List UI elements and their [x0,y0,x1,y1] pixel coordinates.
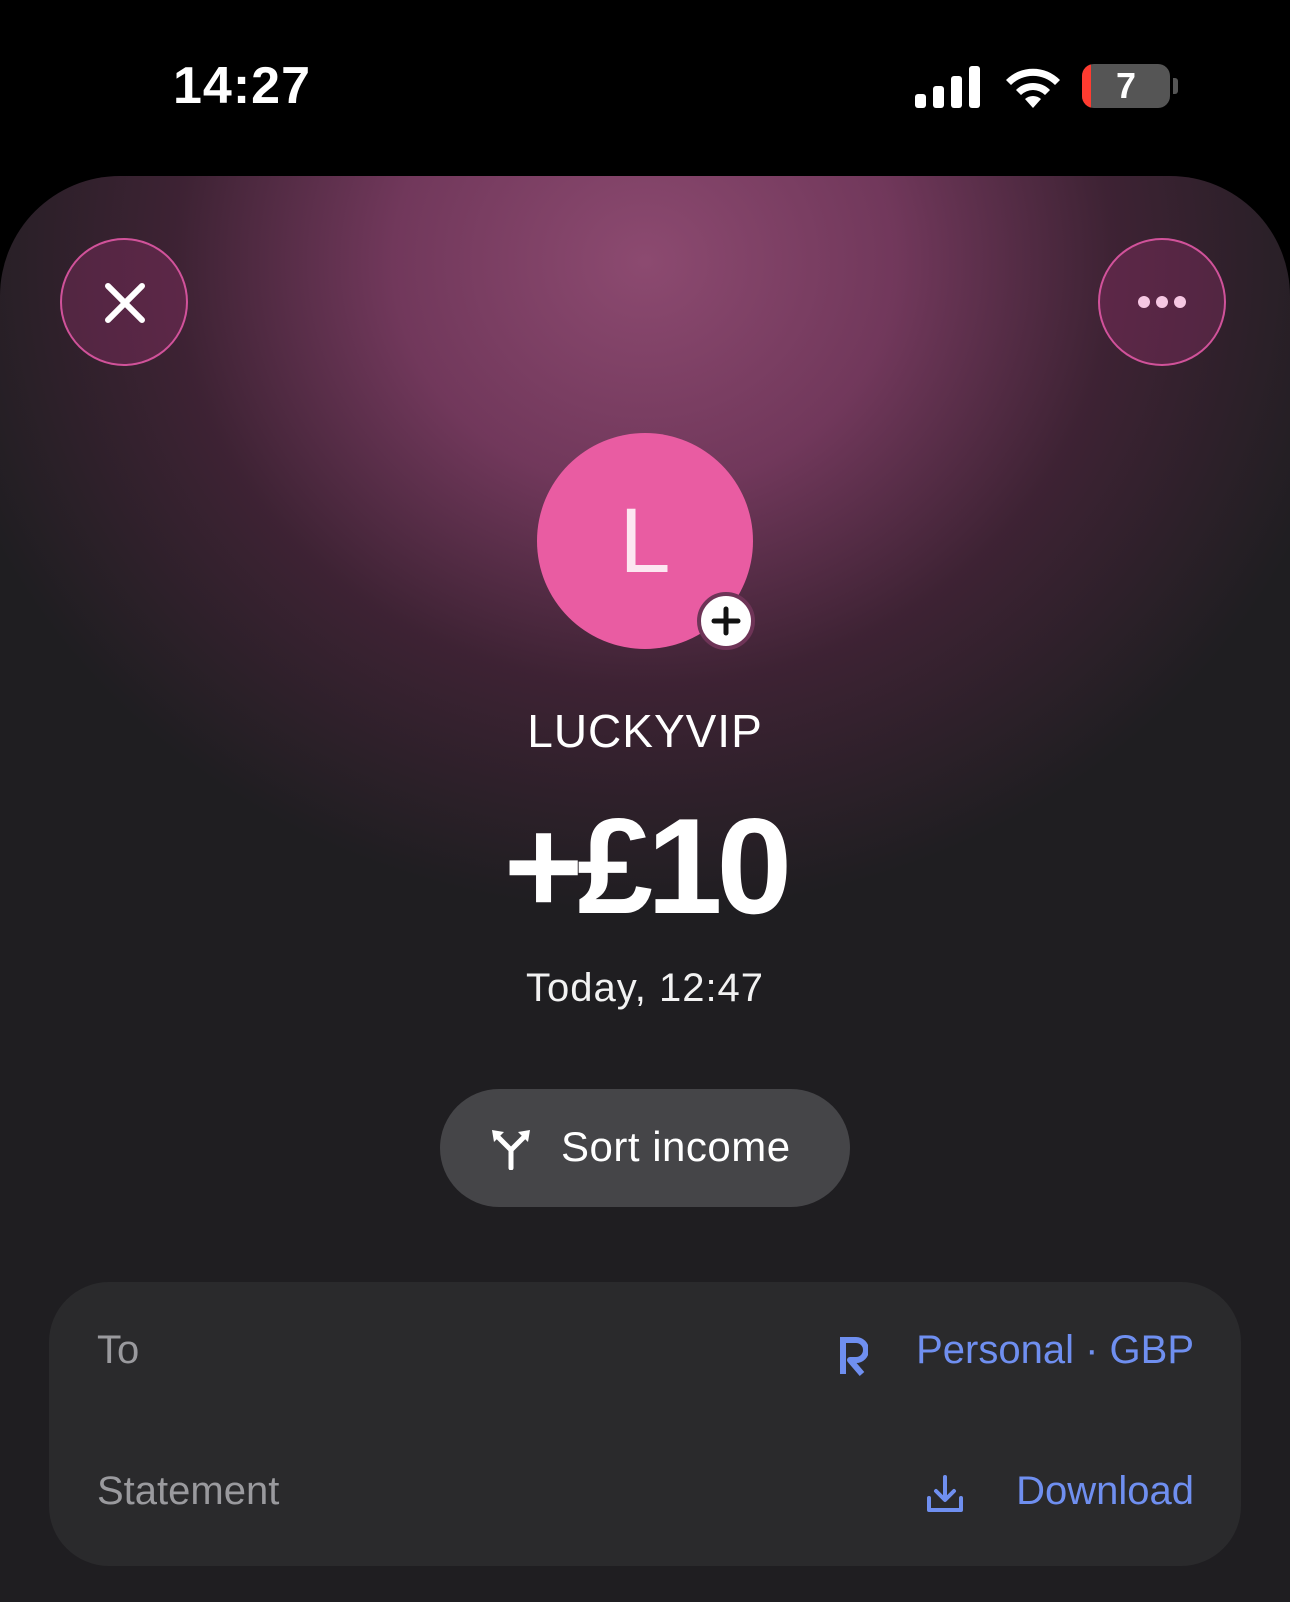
transaction-sheet: L LUCKYVIP +£10 Today, 12:47 Sort income… [0,176,1290,1602]
battery-indicator: 7 [1082,64,1170,108]
to-account-link[interactable]: Personal · GBP [916,1328,1194,1373]
add-avatar-button[interactable] [697,592,755,650]
merchant-name: LUCKYVIP [527,705,763,757]
battery-level: 7 [1115,65,1137,106]
close-button[interactable] [60,238,188,366]
battery-nub [1173,78,1178,94]
split-arrows-icon [492,1130,530,1170]
transaction-amount: +£10 [503,790,792,942]
download-icon [927,1475,963,1512]
signal-icon [915,66,980,108]
more-icon [1138,296,1186,308]
revolut-logo-icon [840,1337,868,1376]
close-icon [105,283,145,323]
wifi-icon [1006,68,1060,108]
statement-label: Statement [97,1469,280,1513]
status-bar: 14:27 7 [0,0,1290,176]
download-statement-button[interactable]: Download [1016,1469,1194,1514]
to-label: To [97,1328,140,1372]
sort-income-label: Sort income [561,1123,791,1170]
more-button[interactable] [1098,238,1226,366]
details-card [49,1282,1241,1566]
plus-icon [711,606,741,636]
transaction-datetime: Today, 12:47 [525,966,765,1010]
status-time: 14:27 [173,57,311,115]
